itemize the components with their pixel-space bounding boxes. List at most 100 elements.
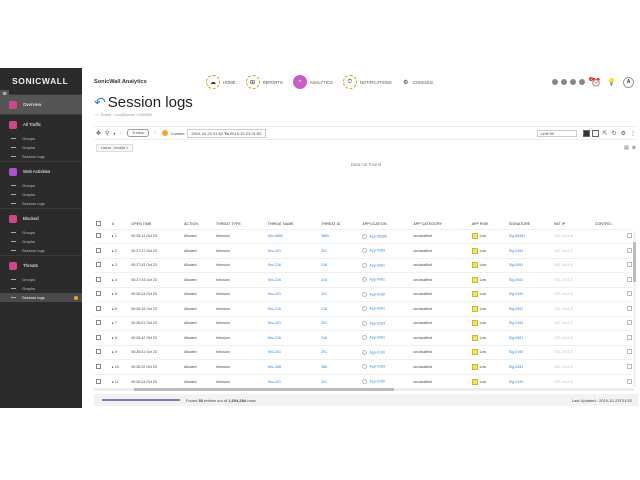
column-header[interactable]: INIT IP [552,219,593,229]
back-arrow-icon[interactable]: ↶ [94,94,106,111]
table-cell[interactable]: Sig-0190 [506,344,552,360]
column-header[interactable]: APP CATEGORY [411,219,469,229]
table-cell[interactable]: Sec-201 [265,286,320,302]
table-cell[interactable]: Sig-0081 [506,257,552,273]
date-range-field[interactable]: 2019-10-22 01:52 To 2019-10-23 01:52 [187,128,266,138]
table-row[interactable]: ▸ 9 00:26:41 Oct 23 Allowed Intrusion Sec-20… [94,344,634,360]
row-details-icon[interactable] [627,305,632,311]
sidebar-section-web-activities[interactable]: Web Activities [0,161,82,181]
table-cell[interactable]: Sig-0283 [506,315,552,331]
table-cell[interactable]: Sig-0190 [506,286,552,302]
refresh-icon[interactable]: ↻ [612,130,617,137]
column-header[interactable]: OPEN TIME [129,219,182,229]
nav-reports[interactable]: ⊞ REPORTS [245,75,283,89]
sidebar-section-overview[interactable]: Overview [0,94,82,114]
limit-select[interactable]: Limit 50 [536,129,577,137]
users-filter-chip[interactable]: Users : Invalid × [96,143,134,152]
status-dot-icon[interactable] [561,79,568,85]
table-cell[interactable]: Sig-0283 [506,359,552,374]
row-details-icon[interactable] [627,378,632,384]
table-cell[interactable]: Sec-201 [265,344,320,360]
sidebar-item-graphs[interactable]: Graphs [0,143,82,152]
table-cell[interactable]: App-0283 [360,243,412,258]
table-cell[interactable]: 201 [319,373,361,389]
radio-icon[interactable]: ○ [119,130,122,136]
row-details-icon[interactable] [627,320,632,326]
row-checkbox[interactable] [96,262,101,268]
row-checkbox[interactable] [96,349,101,355]
sidebar-item-graphs[interactable]: Graphs [0,190,82,199]
table-cell[interactable]: Sec-216 [265,257,320,273]
table-cell[interactable]: Sec-9880 [265,228,320,244]
row-checkbox[interactable] [96,291,101,297]
horizontal-scrollbar[interactable] [94,388,634,391]
sidebar-section-all-traffic[interactable]: All Traffic [0,114,82,134]
column-header[interactable]: ACTION [182,219,214,229]
table-cell[interactable]: Sec-216 [265,330,320,345]
sidebar-section-blocked[interactable]: Blocked [0,208,82,228]
table-row[interactable]: ▸ 1 00:28:13 Oct 23 Allowed Intrusion Sec-98… [94,228,634,244]
status-dot-icon[interactable] [579,79,586,85]
table-view-icon[interactable] [582,129,590,137]
table-row[interactable]: ▸ 3 00:27:43 Oct 23 Allowed Intrusion Sec-21… [94,257,634,273]
row-details-icon[interactable] [627,363,632,369]
status-dot-icon[interactable] [552,79,559,85]
row-checkbox[interactable] [96,247,101,253]
menu-toggle-icon[interactable]: ≡ [0,90,9,100]
sidebar-item-graphs[interactable]: Graphs [0,284,82,293]
scroll-thumb[interactable] [134,388,394,391]
sidebar-item-groups[interactable]: Groups [0,275,82,284]
table-cell[interactable]: Sig-0283 [506,243,552,258]
select-all-checkbox[interactable] [96,220,101,226]
table-cell[interactable]: 201 [319,286,361,302]
column-header[interactable]: SIGNATURE [507,219,552,229]
table-row[interactable]: ▸ 6 00:26:19 Oct 23 Allowed Intrusion Sec-21… [94,301,634,316]
table-cell[interactable]: App-0190 [360,344,412,360]
sidebar-section-threats[interactable]: Threats [0,255,82,275]
settings-gear-icon[interactable]: ⚙ [621,130,626,137]
row-details-icon[interactable] [627,262,632,268]
home-icon[interactable]: ⌂ [95,113,97,117]
preset-time-button[interactable]: 5 mins [127,129,149,137]
table-row[interactable]: ▸ 2 00:27:47 Oct 23 Allowed Intrusion Sec-20… [94,243,634,258]
table-cell[interactable]: App-0081 [360,301,412,316]
table-cell[interactable]: 216 [319,272,361,287]
table-row[interactable]: ▸ 10 00:26:22 Oct 23 Allowed Intrusion Sec-3… [94,359,634,374]
row-checkbox[interactable] [96,233,101,239]
save-filter-icon[interactable]: ▤ [624,145,629,151]
row-details-icon[interactable] [627,247,632,253]
sidebar-item-session-logs[interactable]: Session logs [0,246,82,255]
table-cell[interactable]: 201 [319,344,361,360]
table-cell[interactable]: Sig-0081 [506,301,552,316]
column-header[interactable]: APPLICATION [360,219,411,229]
clear-filter-icon[interactable]: ⊗ [632,145,636,151]
table-cell[interactable]: Sig-0081 [506,272,552,287]
export-icon[interactable]: ⇱ [603,130,608,137]
row-checkbox[interactable] [96,320,101,326]
row-checkbox[interactable] [96,363,101,369]
table-cell[interactable]: 216 [319,301,361,316]
table-cell[interactable]: Sec-201 [265,315,320,331]
table-cell[interactable]: 388 [319,359,361,374]
alarm-clock-icon[interactable]: ⏰ 2 [589,76,601,87]
table-cell[interactable]: 216 [319,330,361,345]
table-cell[interactable]: Sec-216 [265,272,320,287]
column-header[interactable]: # [110,219,129,229]
table-cell[interactable]: App-0190 [360,373,412,389]
row-details-icon[interactable] [627,349,632,355]
table-row[interactable]: ▸ 5 00:26:24 Oct 23 Allowed Intrusion Sec-20… [94,286,634,302]
column-header[interactable]: CONTRO... [593,219,634,229]
sidebar-item-session-logs[interactable]: Session logs [0,293,82,302]
table-cell[interactable]: Sig-0190 [506,373,552,389]
table-cell[interactable]: Sig-0081 [506,330,552,345]
table-cell[interactable]: Sec-201 [265,243,320,258]
sidebar-item-groups[interactable]: Groups [0,181,82,190]
table-row[interactable]: ▸ 7 00:26:01 Oct 23 Allowed Intrusion Sec-20… [94,315,634,331]
move-icon[interactable]: ✥ [96,130,101,137]
table-cell[interactable]: 216 [319,257,361,273]
table-cell[interactable]: 201 [319,315,361,331]
nav-console[interactable]: ⚙ CONSOLE [402,75,433,89]
user-avatar[interactable]: A [623,76,634,88]
table-cell[interactable]: 201 [319,243,361,258]
row-details-icon[interactable] [627,276,632,282]
